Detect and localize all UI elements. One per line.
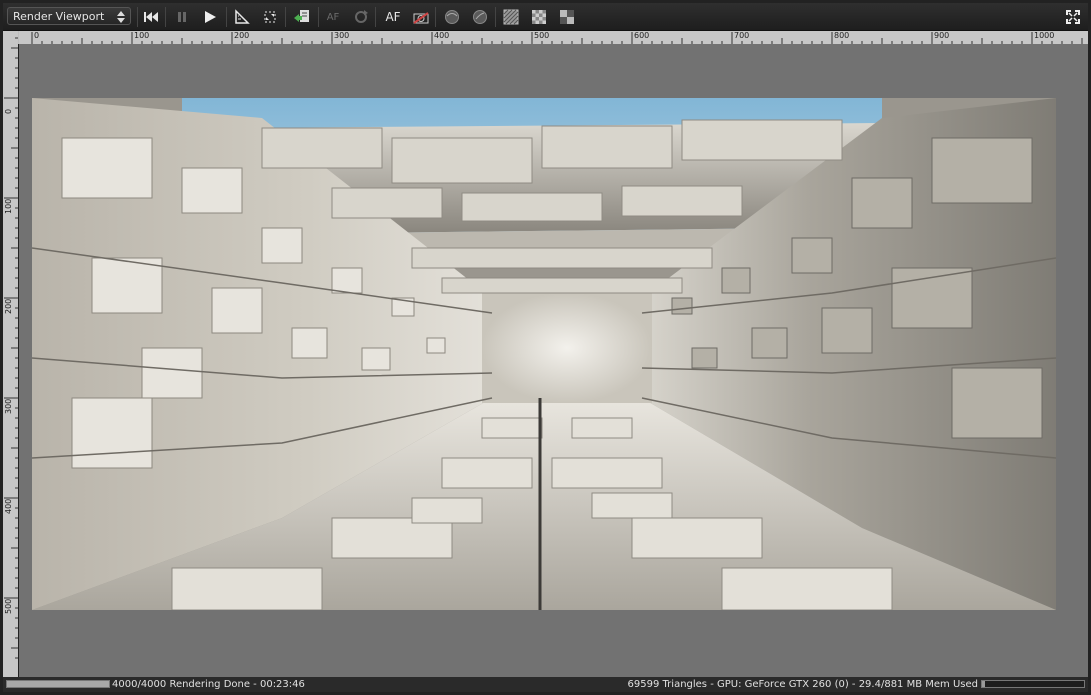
- ruler-label: 0: [4, 108, 13, 114]
- viewport-canvas[interactable]: [19, 44, 1088, 677]
- checker-icon: [503, 9, 519, 25]
- checker-button[interactable]: [502, 8, 520, 26]
- render-progress-bar: [6, 680, 110, 688]
- render-image: [32, 98, 1056, 610]
- play-icon: [205, 11, 216, 23]
- viewport-select-label: Render Viewport: [13, 10, 105, 23]
- ruler-label: 200: [4, 298, 13, 314]
- ruler-label: 200: [234, 31, 250, 40]
- af-icon: AF: [385, 10, 401, 24]
- render-window: Render Viewport AF AF 0 100 200 300 400 …: [0, 0, 1091, 695]
- horizontal-ruler: 0 100 200 300 400 500 600 700 800 900 1000: [19, 31, 1088, 44]
- autofocus-button[interactable]: AF: [324, 8, 342, 26]
- play-button[interactable]: [201, 8, 219, 26]
- sphere-button[interactable]: [443, 8, 461, 26]
- camera-icon: [413, 12, 429, 24]
- ruler-label: 400: [434, 31, 450, 40]
- refresh-icon: [355, 10, 368, 23]
- ruler-label: 0: [34, 31, 40, 40]
- ruler-button[interactable]: [233, 8, 251, 26]
- separator: [318, 7, 319, 27]
- import-icon: [294, 10, 309, 22]
- separator: [375, 7, 376, 27]
- viewport-select[interactable]: Render Viewport: [7, 7, 131, 25]
- checker-dark-button[interactable]: [558, 8, 576, 26]
- separator: [495, 7, 496, 27]
- ruler-label: 1000: [1034, 31, 1055, 40]
- status-bar: 4000/4000 Rendering Done - 00:23:46 6959…: [3, 677, 1088, 692]
- checker-alt-button[interactable]: [530, 8, 548, 26]
- import-button[interactable]: [293, 8, 311, 26]
- separator: [435, 7, 436, 27]
- camera-button[interactable]: [412, 8, 430, 26]
- rendered-scene: [32, 98, 1056, 610]
- ruler-label: 800: [834, 31, 850, 40]
- region-button[interactable]: [261, 8, 279, 26]
- ruler-label: 400: [4, 498, 13, 514]
- fullscreen-icon: [1066, 10, 1080, 24]
- memory-usage-bar: [981, 680, 1085, 688]
- memory-usage-fill: [982, 681, 986, 687]
- ruler-label: 300: [334, 31, 350, 40]
- checker-alt-icon: [532, 10, 546, 24]
- ruler-label: 500: [534, 31, 550, 40]
- ruler-label: 900: [934, 31, 950, 40]
- ruler-label: 500: [4, 598, 13, 614]
- separator: [137, 7, 138, 27]
- pause-icon: [178, 12, 186, 22]
- rewind-icon: [144, 12, 158, 22]
- autofocus-icon: AF: [326, 11, 340, 23]
- af-button[interactable]: AF: [384, 8, 402, 26]
- ruler-label: 100: [134, 31, 150, 40]
- separator: [226, 7, 227, 27]
- pause-button[interactable]: [173, 8, 191, 26]
- rewind-button[interactable]: [142, 8, 160, 26]
- vertical-ruler: 0 100 200 300 400 500: [3, 31, 18, 677]
- refresh-button[interactable]: [352, 8, 370, 26]
- ruler-icon: [235, 9, 250, 24]
- fullscreen-button[interactable]: [1064, 8, 1082, 26]
- ruler-label: 100: [4, 198, 13, 214]
- sphere-alt-icon: [473, 10, 487, 24]
- separator: [285, 7, 286, 27]
- toolbar: Render Viewport AF AF: [3, 3, 1088, 31]
- scene-stats-text: 69599 Triangles - GPU: GeForce GTX 260 (…: [627, 679, 978, 690]
- ruler-label: 600: [634, 31, 650, 40]
- checker-dark-icon: [560, 10, 574, 24]
- render-progress-text: 4000/4000 Rendering Done - 00:23:46: [112, 679, 305, 690]
- select-arrows-icon: [117, 11, 125, 23]
- sphere-icon: [445, 10, 459, 24]
- sphere-alt-button[interactable]: [471, 8, 489, 26]
- ruler-label: 700: [734, 31, 750, 40]
- render-progress-fill: [7, 681, 109, 687]
- separator: [165, 7, 166, 27]
- ruler-label: 300: [4, 398, 13, 414]
- region-icon: [264, 11, 276, 23]
